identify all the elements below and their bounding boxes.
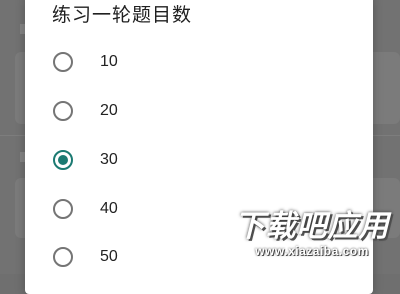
dialog-title: 练习一轮题目数 <box>52 0 192 27</box>
option-20[interactable]: 20 <box>25 86 373 135</box>
option-label: 40 <box>100 200 118 218</box>
option-10[interactable]: 10 <box>25 37 373 86</box>
radio-button-selected[interactable] <box>53 150 73 170</box>
watermark-brand: 下载吧应用 <box>232 210 392 244</box>
watermark-logo: 下载吧应用 www.xiazaiba.com <box>232 210 392 268</box>
radio-button[interactable] <box>53 199 73 219</box>
radio-selected-dot <box>58 155 68 165</box>
option-label: 20 <box>100 102 118 120</box>
watermark-url: www.xiazaiba.com <box>232 244 392 258</box>
option-label: 10 <box>100 53 118 71</box>
option-30[interactable]: 30 <box>25 135 373 184</box>
radio-button[interactable] <box>53 247 73 267</box>
option-label: 30 <box>100 151 118 169</box>
option-label: 50 <box>100 248 118 266</box>
radio-button[interactable] <box>53 101 73 121</box>
radio-button[interactable] <box>53 52 73 72</box>
